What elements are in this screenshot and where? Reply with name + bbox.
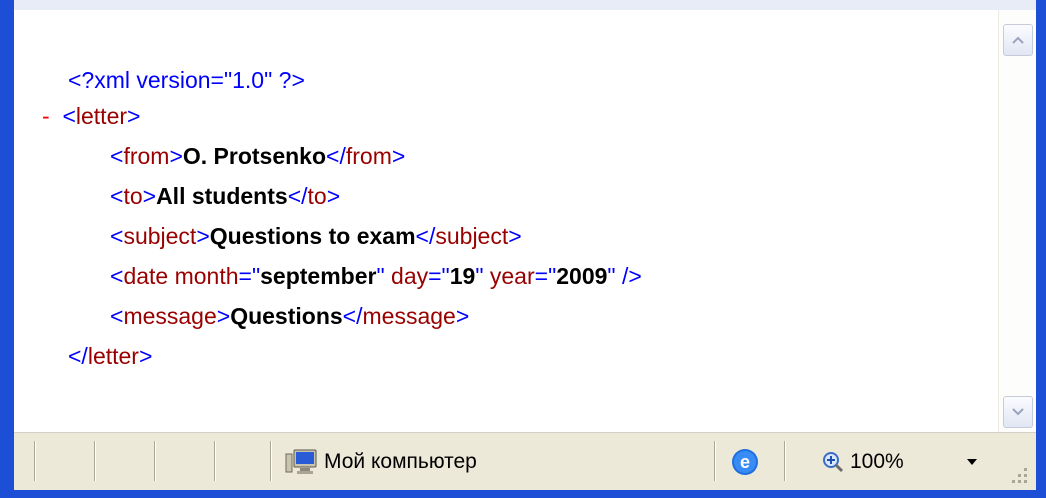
status-divider xyxy=(94,441,96,481)
xml-element-message: <message>Questions</message> xyxy=(110,303,470,329)
subject-value: Questions to exam xyxy=(209,223,416,249)
status-divider xyxy=(270,441,272,481)
zoom-level: 100% xyxy=(850,450,904,473)
status-divider xyxy=(154,441,156,481)
xml-root-open: - <letter> xyxy=(42,103,141,129)
ie-icon: e xyxy=(732,449,758,475)
chevron-up-icon xyxy=(1012,36,1024,44)
xml-root-close: </letter> xyxy=(68,343,153,369)
date-month-value: september xyxy=(260,263,377,289)
svg-text:e: e xyxy=(740,452,750,472)
scroll-down-button[interactable] xyxy=(1003,396,1033,428)
xml-element-from: <from>O. Protsenko</from> xyxy=(110,143,406,169)
xml-element-subject: <subject>Questions to exam</subject> xyxy=(110,223,522,249)
zoom-icon xyxy=(823,452,844,473)
vertical-scrollbar[interactable] xyxy=(998,10,1036,432)
window-frame-right xyxy=(1036,0,1046,498)
xml-element-date: <date month="september" day="19" year="2… xyxy=(110,263,642,289)
date-year-value: 2009 xyxy=(556,263,608,289)
date-day-value: 19 xyxy=(449,263,476,289)
xml-declaration-text: <?xml version="1.0" ?> xyxy=(68,67,305,93)
zoom-control[interactable]: 100% xyxy=(822,445,904,479)
to-value: All students xyxy=(156,183,288,209)
window-top-strip xyxy=(0,0,1046,10)
scroll-up-button[interactable] xyxy=(1003,24,1033,56)
dropdown-arrow-icon xyxy=(967,459,977,465)
zoom-dropdown-button[interactable] xyxy=(966,445,978,479)
xml-declaration: <?xml version="1.0" ?> xyxy=(68,62,305,98)
message-value: Questions xyxy=(230,303,343,329)
security-zone[interactable]: Мой компьютер xyxy=(284,445,477,479)
root-tag-name: letter xyxy=(75,103,128,129)
window-frame-bottom xyxy=(0,490,1046,498)
zone-label: Мой компьютер xyxy=(324,450,477,473)
xml-element-to: <to>All students</to> xyxy=(110,183,341,209)
resize-grip-icon[interactable] xyxy=(1006,462,1030,486)
xml-viewer: <?xml version="1.0" ?> - <letter> <from>… xyxy=(14,10,998,432)
ie-status-indicator[interactable]: e xyxy=(730,445,760,479)
chevron-down-icon xyxy=(1012,408,1024,416)
from-value: O. Protsenko xyxy=(182,143,327,169)
status-bar: Мой компьютер e 100% xyxy=(14,432,1036,490)
status-divider xyxy=(784,441,786,481)
status-divider xyxy=(34,441,36,481)
window-frame-left xyxy=(0,0,14,498)
status-divider xyxy=(214,441,216,481)
collapse-toggle[interactable]: - xyxy=(42,103,50,129)
my-computer-icon xyxy=(285,449,317,474)
status-divider xyxy=(714,441,716,481)
